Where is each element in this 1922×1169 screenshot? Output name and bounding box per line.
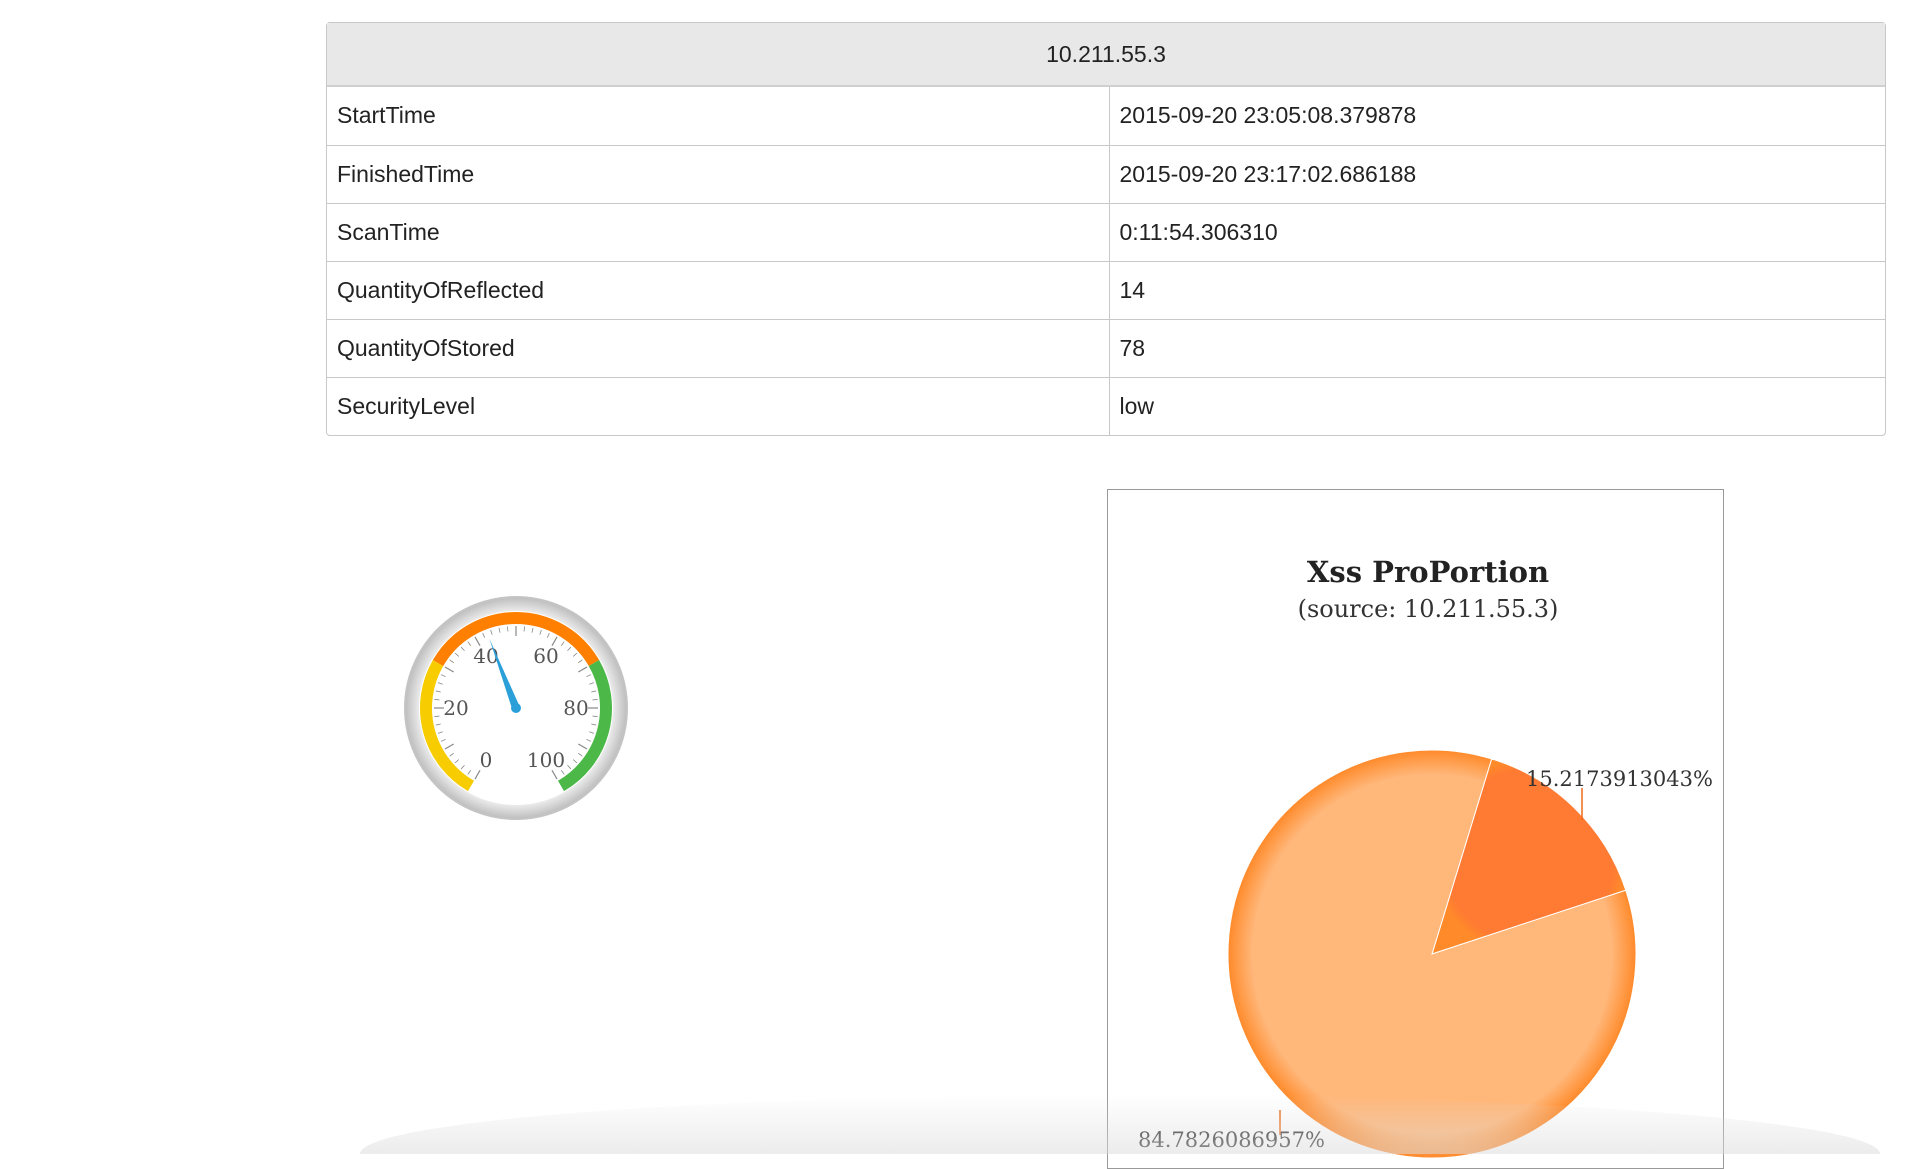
pie-data-label: 84.7826086957% [1138, 1128, 1325, 1152]
table-row: FinishedTime 2015-09-20 23:17:02.686188 [327, 144, 1885, 203]
row-key: SecurityLevel [327, 376, 1110, 435]
gauge-tick-label: 20 [443, 696, 468, 720]
report-host-header: 10.211.55.3 [327, 23, 1885, 87]
gauge-tick-label: 80 [563, 696, 588, 720]
table-row: ScanTime 0:11:54.306310 [327, 202, 1885, 261]
gauge-tick [592, 699, 598, 701]
table-row: StartTime 2015-09-20 23:05:08.379878 [327, 87, 1885, 145]
row-key: QuantityOfStored [327, 318, 1110, 377]
gauge-tick [523, 626, 525, 632]
row-key: QuantityOfReflected [327, 260, 1110, 319]
gauge-tick-label: 40 [473, 644, 498, 668]
row-key: ScanTime [327, 202, 1110, 261]
row-value: 14 [1109, 260, 1885, 319]
gauge-pivot [511, 703, 521, 713]
gauge-tick [434, 699, 440, 701]
row-value: low [1109, 376, 1885, 435]
chart-subtitle: (source: 10.211.55.3) [1298, 595, 1559, 623]
security-gauge: 0 20 40 60 80 100 [404, 596, 628, 820]
table-row: QuantityOfStored 78 [327, 318, 1885, 377]
gauge-tick-label: 0 [480, 748, 493, 772]
row-value: 78 [1109, 318, 1885, 377]
gauge-tick [592, 715, 598, 717]
gauge-tick-label: 60 [533, 644, 558, 668]
xss-proportion-chart: Xss ProPortion (source: 10.211.55.3) 15.21… [1107, 489, 1724, 1169]
row-key: FinishedTime [327, 144, 1110, 203]
report-rows: StartTime 2015-09-20 23:05:08.379878 Finis… [327, 87, 1885, 435]
gauge-tick [434, 715, 440, 717]
gauge-tick [507, 626, 509, 632]
row-value: 2015-09-20 23:05:08.379878 [1119, 102, 1417, 129]
scan-report-table: 10.211.55.3 StartTime 2015-09-20 23:05:08… [326, 22, 1886, 436]
row-value: 0:11:54.306310 [1109, 202, 1885, 261]
pie-data-label: 15.2173913043% [1526, 767, 1713, 791]
row-value: 2015-09-20 23:17:02.686188 [1109, 144, 1885, 203]
row-key: StartTime [327, 87, 1110, 145]
table-row: SecurityLevel low [327, 376, 1885, 435]
chart-title: Xss ProPortion [1307, 555, 1549, 589]
gauge-tick-label: 100 [527, 748, 565, 772]
table-row: QuantityOfReflected 14 [327, 260, 1885, 319]
